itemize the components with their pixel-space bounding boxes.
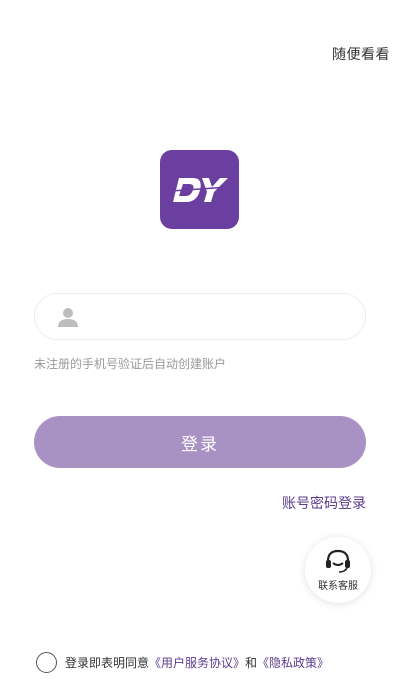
login-button[interactable]: 登录 <box>34 416 366 468</box>
customer-service-button[interactable]: 联系客服 <box>305 537 371 603</box>
headset-icon <box>326 549 350 573</box>
agreement-prefix: 登录即表明同意 <box>65 656 150 670</box>
phone-number-field[interactable] <box>34 293 366 340</box>
agreement-checkbox[interactable] <box>36 652 57 673</box>
browse-as-guest-link[interactable]: 随便看看 <box>332 44 390 64</box>
phone-number-input[interactable] <box>81 294 365 339</box>
login-screen: 随便看看 未注册的手机号验证后自动创建账户 登录 账号密码登录 联系客服 登录即… <box>0 0 400 700</box>
app-logo <box>160 150 239 229</box>
customer-service-label: 联系客服 <box>318 581 358 592</box>
dy-logo-icon <box>170 177 229 202</box>
privacy-policy-link[interactable]: 《隐私政策》 <box>257 654 329 671</box>
auto-register-hint: 未注册的手机号验证后自动创建账户 <box>34 357 227 371</box>
user-icon <box>55 304 81 330</box>
user-agreement-link[interactable]: 《用户服务协议》 <box>149 654 245 671</box>
agreement-row: 登录即表明同意 《用户服务协议》 和 《隐私政策》 <box>36 652 329 673</box>
agreement-conjunction: 和 <box>245 656 258 670</box>
password-login-link[interactable]: 账号密码登录 <box>282 493 366 513</box>
